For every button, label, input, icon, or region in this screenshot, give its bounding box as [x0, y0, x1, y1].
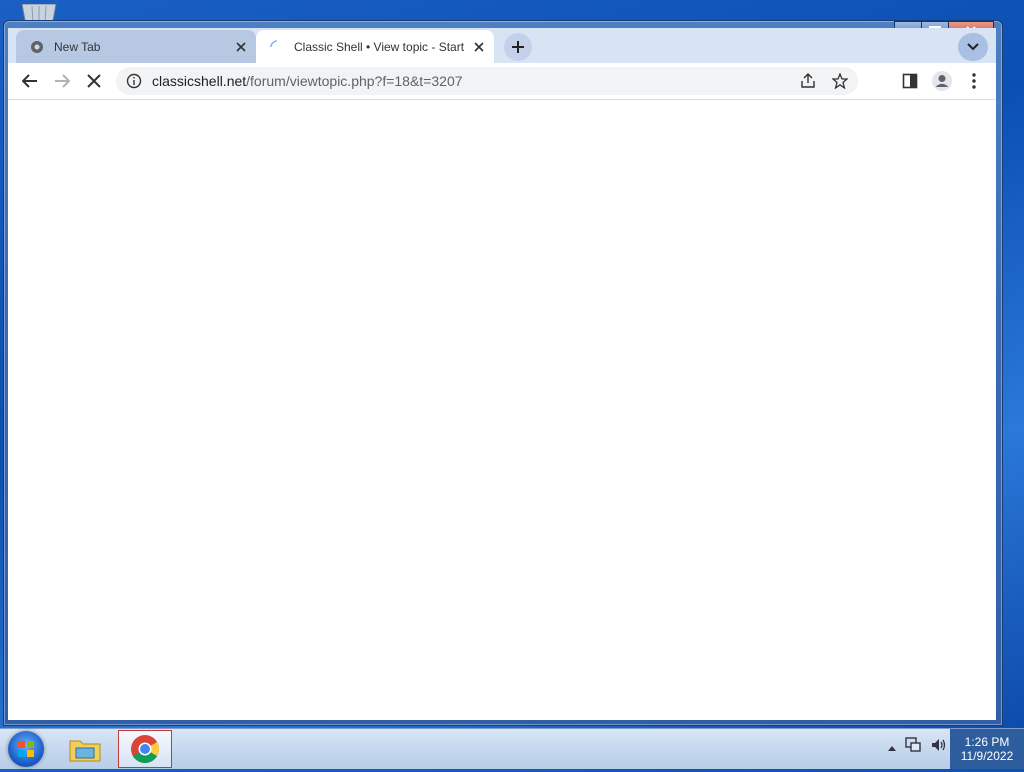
address-bar[interactable]: classicshell.net/forum/viewtopic.php?f=1… [116, 67, 858, 95]
url-text: classicshell.net/forum/viewtopic.php?f=1… [152, 73, 463, 89]
close-icon [236, 41, 246, 52]
windows-logo-icon [18, 741, 34, 757]
folder-icon [69, 740, 101, 762]
star-icon [832, 73, 848, 89]
start-button[interactable] [8, 731, 44, 767]
taskbar-chrome[interactable] [118, 730, 172, 768]
show-hidden-icons-icon[interactable] [888, 740, 896, 754]
tab-search-button[interactable] [958, 33, 988, 61]
browser-toolbar: classicshell.net/forum/viewtopic.php?f=1… [8, 63, 996, 100]
new-tab-button[interactable] [504, 33, 532, 61]
menu-button[interactable] [960, 67, 988, 95]
volume-icon[interactable] [930, 737, 948, 756]
share-icon [801, 73, 815, 88]
chrome-icon [131, 735, 159, 763]
site-info-icon[interactable] [124, 71, 144, 91]
avatar-icon [932, 71, 952, 91]
tab-strip: New Tab Classic Shell • View topic - Sta… [8, 28, 996, 63]
tab-classic-shell[interactable]: Classic Shell • View topic - Start M [256, 30, 494, 63]
taskbar: 1:26 PM 11/9/2022 [0, 728, 1024, 769]
network-icon[interactable] [904, 737, 922, 756]
back-button[interactable] [16, 67, 44, 95]
clock-date: 11/9/2022 [960, 749, 1014, 763]
profile-button[interactable] [928, 67, 956, 95]
url-host: classicshell.net [152, 73, 247, 89]
chevron-down-icon [967, 43, 979, 51]
side-panel-icon [902, 73, 918, 89]
page-content [8, 100, 996, 720]
url-path: /forum/viewtopic.php?f=18&t=3207 [246, 73, 463, 89]
chrome-favicon-icon [30, 40, 44, 54]
plus-icon [512, 41, 524, 53]
bookmark-button[interactable] [826, 67, 854, 95]
system-tray [888, 737, 948, 756]
tab-close-button[interactable] [468, 36, 490, 58]
loading-spinner-icon [270, 39, 284, 54]
tab-new-tab[interactable]: New Tab [16, 30, 256, 63]
tab-close-button[interactable] [230, 36, 252, 58]
tab-title: New Tab [54, 39, 101, 54]
taskbar-explorer[interactable] [58, 730, 112, 768]
arrow-left-icon [22, 74, 37, 88]
kebab-menu-icon [972, 73, 976, 89]
arrow-right-icon [55, 74, 70, 88]
forward-button[interactable] [48, 67, 76, 95]
side-panel-button[interactable] [896, 67, 924, 95]
tab-title: Classic Shell • View topic - Start M [294, 39, 468, 54]
stop-loading-button[interactable] [80, 67, 108, 95]
close-icon [474, 41, 484, 52]
share-button[interactable] [794, 67, 822, 95]
clock-time: 1:26 PM [964, 735, 1010, 749]
close-icon [87, 74, 101, 88]
taskbar-clock[interactable]: 1:26 PM 11/9/2022 [950, 729, 1024, 769]
